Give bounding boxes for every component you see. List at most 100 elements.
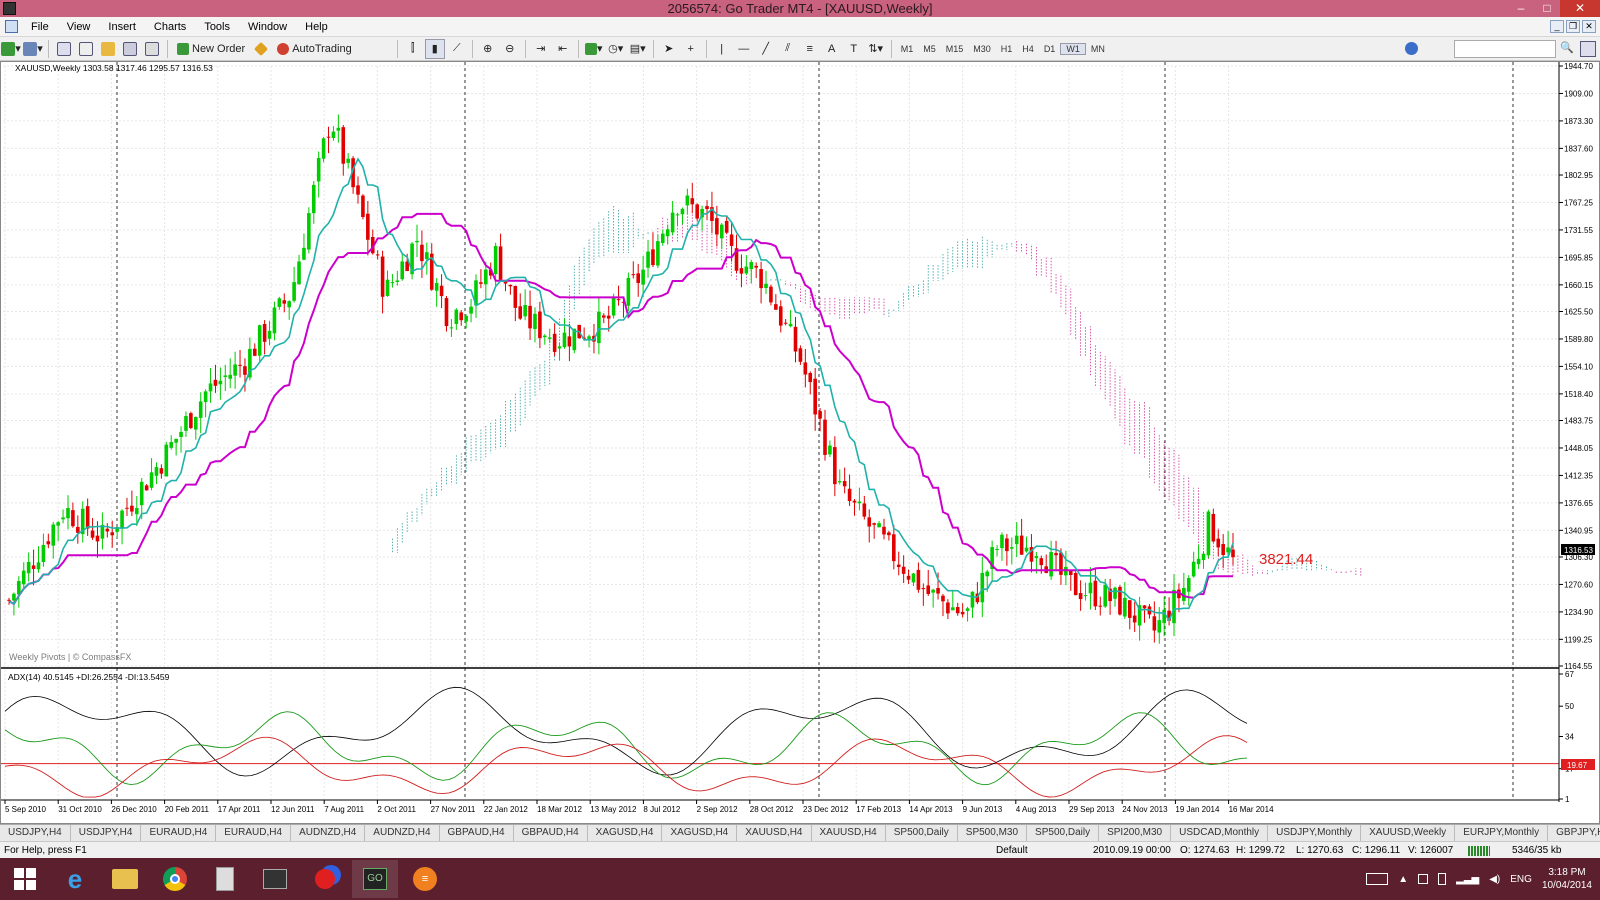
chart-tab[interactable]: XAGUSD,H4	[588, 825, 663, 841]
fibonacci-icon[interactable]: ≡	[800, 39, 820, 59]
zoom-in-icon[interactable]: ⊕	[478, 39, 498, 59]
profiles-button[interactable]: ▾	[23, 39, 43, 59]
chart-window[interactable]: 1944.70 1909.00 1873.30 1837.60 1802.95 1767.…	[0, 61, 1600, 824]
metaeditor-icon[interactable]	[251, 39, 271, 59]
zoom-out-icon[interactable]: ⊖	[500, 39, 520, 59]
battery-icon[interactable]	[1438, 873, 1447, 885]
navigator-icon[interactable]	[98, 39, 118, 59]
bar-chart-icon[interactable]: ⫿	[403, 39, 423, 59]
new-order-button[interactable]: New Order	[173, 39, 249, 59]
menu-file[interactable]: File	[22, 17, 58, 37]
chart-tab[interactable]: GBPAUD,H4	[514, 825, 588, 841]
search-icon[interactable]: 🔍	[1560, 41, 1576, 57]
chart-tab[interactable]: EURAUD,H4	[216, 825, 292, 841]
candle-body	[1142, 605, 1147, 609]
media-app-icon[interactable]	[302, 860, 348, 898]
file-explorer-icon[interactable]	[102, 860, 148, 898]
templates-icon[interactable]: ▤▾	[628, 39, 648, 59]
timeframe-h4[interactable]: H4	[1017, 44, 1039, 54]
help-icon[interactable]	[1580, 41, 1596, 57]
chart-tab[interactable]: XAUUSD,H4	[737, 825, 812, 841]
terminal-icon[interactable]	[120, 39, 140, 59]
menu-charts[interactable]: Charts	[145, 17, 195, 37]
chart-tab[interactable]: USDJPY,Monthly	[1268, 825, 1362, 841]
chart-tab[interactable]: XAUUSD,Weekly	[1361, 825, 1456, 841]
new-chart-button[interactable]: ▾	[1, 39, 21, 59]
internet-explorer-icon[interactable]: e	[52, 860, 98, 898]
chart-window-icon[interactable]	[5, 20, 18, 33]
menu-view[interactable]: View	[58, 17, 100, 37]
maximize-button[interactable]: □	[1534, 0, 1560, 17]
child-restore-button[interactable]: ❐	[1566, 20, 1580, 33]
orange-app-icon[interactable]: ≡	[402, 860, 448, 898]
chart-tab[interactable]: AUDNZD,H4	[291, 825, 366, 841]
language-indicator[interactable]: ENG	[1510, 874, 1532, 885]
channel-icon[interactable]: ⫽	[778, 39, 798, 59]
chart-tab[interactable]: XAUUSD,H4	[812, 825, 886, 841]
timeframe-m1[interactable]: M1	[896, 44, 919, 54]
chart-shift-icon[interactable]: ⇤	[553, 39, 573, 59]
crosshair-icon[interactable]: +	[681, 39, 701, 59]
cursor-icon[interactable]: ➤	[659, 39, 679, 59]
chart-tab[interactable]: SP500,Daily	[886, 825, 958, 841]
start-button[interactable]	[2, 860, 48, 898]
chart-tab[interactable]: AUDNZD,H4	[365, 825, 440, 841]
timeframe-m30[interactable]: M30	[968, 44, 996, 54]
timeframe-m5[interactable]: M5	[918, 44, 941, 54]
volume-icon[interactable]: ◀)	[1489, 874, 1500, 885]
minimize-button[interactable]: –	[1508, 0, 1534, 17]
chart-tab[interactable]: XAGUSD,H4	[662, 825, 738, 841]
candlestick-icon[interactable]: ▮	[424, 38, 445, 59]
chart-tab[interactable]: SP500,M30	[958, 825, 1028, 841]
action-center-icon[interactable]	[1418, 874, 1429, 884]
vertical-line-icon[interactable]: |	[712, 39, 732, 59]
chart-tab[interactable]: GBPJPY,H4	[1548, 825, 1600, 841]
tray-expand-icon[interactable]: ▲	[1398, 874, 1408, 885]
chart-tab[interactable]: SP500,Daily	[1027, 825, 1100, 841]
menu-tools[interactable]: Tools	[195, 17, 239, 37]
line-chart-icon[interactable]: ⟋	[447, 39, 467, 59]
data-window-icon[interactable]	[76, 39, 96, 59]
network-icon[interactable]: ▂▃▅	[1456, 874, 1479, 885]
price-tick-label: 1589.80	[1564, 335, 1593, 344]
timeframe-h1[interactable]: H1	[996, 44, 1018, 54]
candle-body	[837, 481, 842, 483]
chart-tab[interactable]: SPI200,M30	[1099, 825, 1172, 841]
periods-icon[interactable]: ◷▾	[606, 39, 626, 59]
chart-tab[interactable]: EURJPY,Monthly	[1455, 825, 1549, 841]
clock[interactable]: 3:18 PM 10/04/2014	[1542, 866, 1592, 892]
timeframe-w1[interactable]: W1	[1060, 42, 1086, 55]
search-input[interactable]	[1454, 40, 1556, 58]
menu-window[interactable]: Window	[239, 17, 296, 37]
trendline-icon[interactable]: ╱	[756, 39, 776, 59]
chrome-icon[interactable]	[152, 860, 198, 898]
arrows-icon[interactable]: ⇅▾	[866, 39, 886, 59]
keyboard-icon[interactable]	[1366, 873, 1389, 885]
autotrading-button[interactable]: AutoTrading	[273, 39, 356, 59]
chart-tab[interactable]: USDJPY,H4	[71, 825, 142, 841]
indicators-icon[interactable]: ▾	[584, 39, 604, 59]
close-button[interactable]: ✕	[1560, 0, 1600, 17]
child-minimize-button[interactable]: _	[1550, 20, 1564, 33]
auto-scroll-icon[interactable]: ⇥	[531, 39, 551, 59]
chart-tab[interactable]: USDCAD,Monthly	[1171, 825, 1269, 841]
chart-tab[interactable]: USDJPY,H4	[0, 825, 71, 841]
horizontal-line-icon[interactable]: —	[734, 39, 754, 59]
menu-help[interactable]: Help	[296, 17, 337, 37]
market-watch-icon[interactable]	[54, 39, 74, 59]
timeframe-d1[interactable]: D1	[1039, 44, 1061, 54]
text-tool[interactable]: A	[822, 39, 842, 59]
child-close-button[interactable]: ✕	[1582, 20, 1596, 33]
text-label-icon[interactable]: T	[844, 39, 864, 59]
chart-tab[interactable]: EURAUD,H4	[141, 825, 217, 841]
go-trader-icon[interactable]: GO	[352, 860, 398, 898]
menu-insert[interactable]: Insert	[99, 17, 145, 37]
chart-tab[interactable]: GBPAUD,H4	[440, 825, 514, 841]
chart-canvas[interactable]: 1944.70 1909.00 1873.30 1837.60 1802.95 1767.…	[1, 62, 1599, 823]
timeframe-m15[interactable]: M15	[941, 44, 969, 54]
task-manager-icon[interactable]	[252, 860, 298, 898]
calculator-icon[interactable]	[202, 860, 248, 898]
settings-gear-icon[interactable]	[1405, 42, 1418, 55]
timeframe-mn[interactable]: MN	[1086, 44, 1110, 54]
tester-icon[interactable]	[142, 39, 162, 59]
